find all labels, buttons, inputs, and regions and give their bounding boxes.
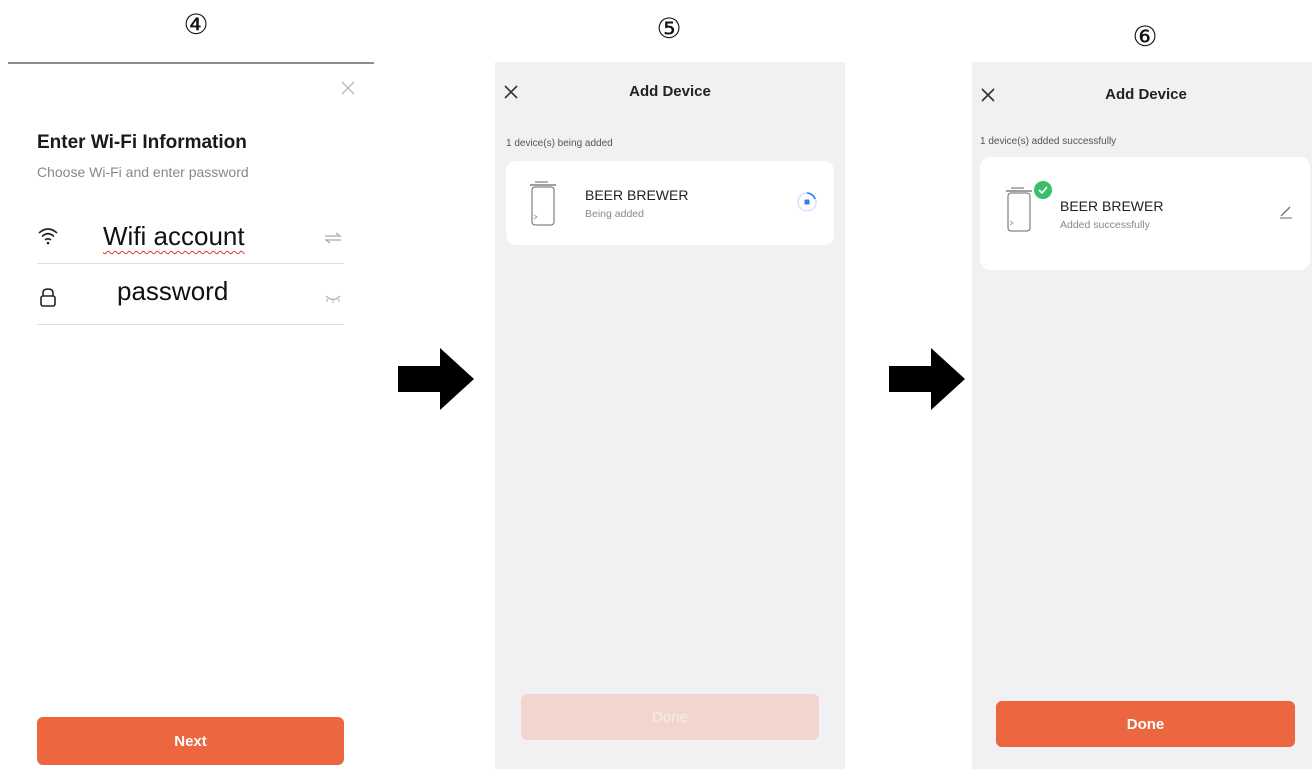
page-title: Add Device	[629, 83, 711, 100]
status-text: 1 device(s) added successfully	[980, 136, 1117, 147]
device-status: Added successfully	[1060, 219, 1150, 231]
device-name: BEER BREWER	[585, 187, 689, 203]
beer-brewer-image	[526, 179, 558, 229]
beer-brewer-image	[1002, 185, 1034, 235]
device-name: BEER BREWER	[1060, 198, 1164, 214]
step-number-4: ④	[183, 9, 209, 40]
page-title: Add Device	[1105, 86, 1187, 103]
step-number-6: ⑥	[1132, 21, 1158, 52]
arrow-right-icon	[889, 348, 965, 410]
device-card[interactable]: BEER BREWER Added successfully	[980, 157, 1310, 270]
wifi-info-screen: Enter Wi-Fi Information Choose Wi-Fi and…	[0, 62, 376, 769]
device-added-screen: Add Device 1 device(s) added successfull…	[972, 62, 1312, 769]
status-text: 1 device(s) being added	[506, 138, 613, 149]
page-title: Enter Wi-Fi Information	[37, 132, 247, 153]
password-field[interactable]: password	[37, 264, 344, 325]
done-button[interactable]: Done	[996, 701, 1295, 747]
page-subtitle: Choose Wi-Fi and enter password	[37, 164, 249, 180]
check-icon	[1033, 180, 1053, 200]
divider	[8, 62, 374, 64]
wifi-input[interactable]: Wifi account	[103, 221, 245, 252]
swap-icon[interactable]	[324, 231, 342, 244]
done-button[interactable]: Done	[521, 694, 819, 740]
step-number-5: ⑤	[656, 13, 682, 44]
close-icon[interactable]	[338, 78, 358, 98]
device-status: Being added	[585, 208, 644, 220]
loading-spinner-icon	[796, 191, 818, 213]
wifi-icon	[37, 225, 59, 247]
adding-device-screen: Add Device 1 device(s) being added BEER …	[495, 62, 845, 769]
device-card[interactable]: BEER BREWER Being added	[506, 161, 834, 245]
password-input[interactable]: password	[117, 276, 228, 307]
lock-icon	[37, 286, 59, 308]
wifi-field[interactable]: Wifi account	[37, 203, 344, 264]
next-button[interactable]: Next	[37, 717, 344, 765]
arrow-right-icon	[398, 348, 474, 410]
edit-icon[interactable]	[1278, 203, 1294, 219]
eye-closed-icon[interactable]	[324, 292, 342, 304]
